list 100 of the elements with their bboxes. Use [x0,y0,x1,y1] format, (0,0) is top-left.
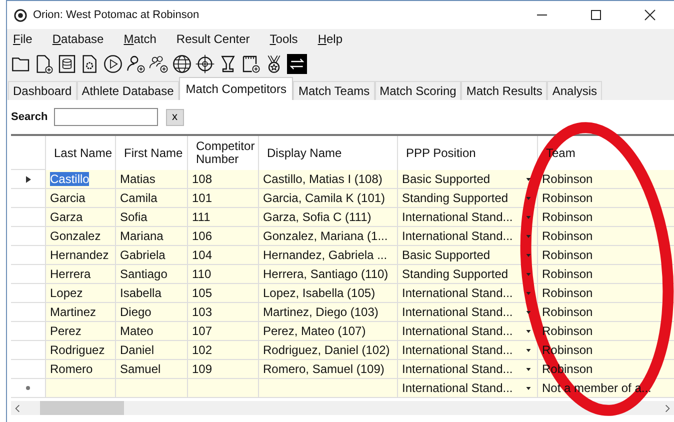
dropdown[interactable]: Standing Supported [398,265,538,284]
table-cell: Matias [116,170,188,189]
menu-item[interactable]: Help [318,32,342,46]
table-cell: Camila [116,189,188,208]
table-cell: 111 [188,208,259,227]
window-title: Orion: West Potomac at Robinson [33,9,200,21]
menu-item[interactable]: File [13,32,32,46]
add-person-icon[interactable] [126,54,146,74]
table-cell: Lopez [46,284,116,303]
table-cell: Daniel [116,341,188,360]
clear-search-button[interactable]: x [166,108,184,126]
add-scorecard-icon[interactable] [241,54,261,74]
dropdown[interactable]: Robinson [538,246,674,265]
dropdown-caret-icon[interactable] [526,178,531,181]
dropdown-caret-icon[interactable] [526,311,531,314]
search-field[interactable] [54,108,158,126]
dropdown[interactable]: International Stand... [398,379,538,398]
dropdown-caret-icon[interactable] [526,330,531,333]
table-cell [116,379,188,398]
dropdown[interactable]: Robinson [538,227,674,246]
table-cell: Rodriguez [46,341,116,360]
app-logo-icon [14,8,27,22]
menu-item[interactable]: Result Center [176,32,250,46]
maximize-icon[interactable] [590,9,602,21]
menu-item[interactable]: Database [52,32,104,46]
play-icon[interactable] [103,54,123,74]
tab[interactable]: Analysis [547,81,602,100]
table-cell: 102 [188,341,259,360]
table-cell: Rodriguez, Daniel (102) [259,341,398,360]
table-cell: Garcia, Camila K (101) [259,189,398,208]
tab[interactable]: Match Competitors [178,77,294,100]
dropdown[interactable]: International Stand... [398,208,538,227]
table-cell: 109 [188,360,259,379]
table-cell: Perez [46,322,116,341]
table-cell: Garcia [46,189,116,208]
table-cell: Castillo, Matias I (108) [259,170,398,189]
dropdown-caret-icon[interactable] [526,349,531,352]
table-cell: Samuel [116,360,188,379]
table-cell: Diego [116,303,188,322]
tab[interactable]: Match Results [461,81,548,100]
add-group-icon[interactable] [149,54,169,74]
scroll-left-icon[interactable] [15,404,20,412]
table-cell: Santiago [116,265,188,284]
table-cell: Mariana [116,227,188,246]
dropdown-caret-icon[interactable] [526,368,531,371]
target-icon[interactable] [195,54,215,74]
dropdown[interactable]: Robinson [538,284,674,303]
globe-icon[interactable] [172,54,192,74]
tab[interactable]: Match Teams [293,81,375,100]
table-cell: Hernandez [46,246,116,265]
table-cell: Gonzalez [46,227,116,246]
table-cell: Sofia [116,208,188,227]
table-cell: Gabriela [116,246,188,265]
dropdown[interactable]: Robinson [538,265,674,284]
table-cell: Garza [46,208,116,227]
table-cell: 101 [188,189,259,208]
scroll-right-icon[interactable] [665,404,670,412]
database-icon[interactable] [57,54,77,74]
dropdown[interactable]: Robinson [538,208,674,227]
table-cell: Romero, Samuel (109) [259,360,398,379]
dropdown[interactable]: International Stand... [398,303,538,322]
dropdown[interactable]: Robinson [538,189,674,208]
table-cell: Lopez, Isabella (105) [259,284,398,303]
dropdown[interactable]: International Stand... [398,360,538,379]
dropdown[interactable]: International Stand... [398,322,538,341]
table-cell: Martinez [46,303,116,322]
new-row-icon [26,386,30,390]
dropdown[interactable]: Standing Supported [398,189,538,208]
dropdown[interactable]: International Stand... [398,341,538,360]
corner-header [11,136,46,170]
close-icon[interactable] [644,9,656,21]
current-row-icon [26,176,30,182]
menu-item[interactable]: Tools [270,32,298,46]
table-cell: Herrera [46,265,116,284]
tab[interactable]: Dashboard [8,81,77,100]
table-cell: 105 [188,284,259,303]
dropdown[interactable]: Basic Supported [398,246,538,265]
new-document-icon[interactable] [34,54,54,74]
table-cell: Herrera, Santiago (110) [259,265,398,284]
tab[interactable]: Match Scoring [374,81,462,100]
table-cell: Perez, Mateo (107) [259,322,398,341]
swap-icon[interactable] [287,54,307,74]
table-cell [188,379,259,398]
table-cell: Castillo [46,170,116,189]
table-cell: Martinez, Diego (103) [259,303,398,322]
table-cell: Hernandez, Gabriela ... [259,246,398,265]
menu-item[interactable]: Match [124,32,156,46]
dropdown[interactable]: International Stand... [398,284,538,303]
table-cell: 104 [188,246,259,265]
dropdown[interactable]: Robinson [538,303,674,322]
table-cell: Garza, Sofia C (111) [259,208,398,227]
dropdown-caret-icon[interactable] [526,387,531,390]
table-cell: Mateo [116,322,188,341]
scrollbar-thumb[interactable] [40,401,124,415]
table-cell: 106 [188,227,259,246]
table-cell: Gonzalez, Mariana (1... [259,227,398,246]
table-cell: Romero [46,360,116,379]
table-cell: 107 [188,322,259,341]
tab[interactable]: Athlete Database [76,81,179,100]
dropdown[interactable]: International Stand... [398,227,538,246]
